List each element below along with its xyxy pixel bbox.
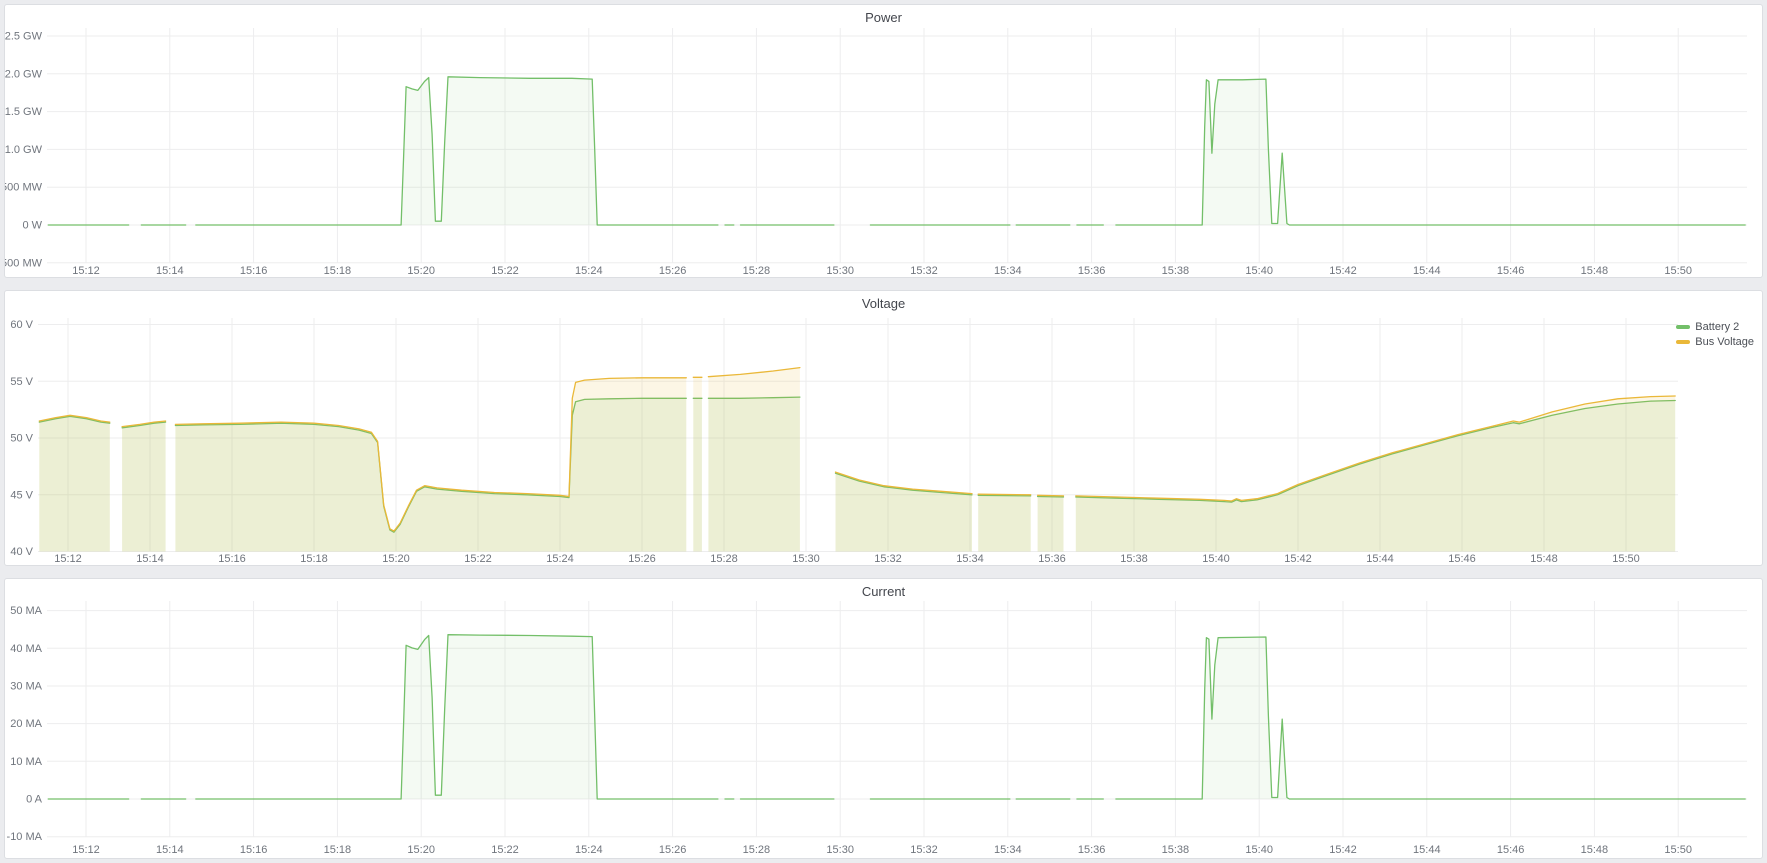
svg-text:15:46: 15:46: [1497, 844, 1525, 856]
svg-text:0 A: 0 A: [26, 794, 43, 806]
svg-text:15:36: 15:36: [1078, 265, 1106, 277]
battery-2-series-color-dash: [1676, 325, 1690, 329]
svg-text:20 MA: 20 MA: [10, 718, 42, 730]
svg-text:15:34: 15:34: [956, 553, 984, 565]
svg-text:2.5 GW: 2.5 GW: [5, 31, 43, 43]
legend-item-battery-2[interactable]: Battery 2: [1676, 321, 1754, 333]
svg-text:15:20: 15:20: [382, 553, 410, 565]
svg-text:30 MA: 30 MA: [10, 681, 42, 693]
svg-text:15:38: 15:38: [1162, 265, 1190, 277]
svg-text:15:26: 15:26: [628, 553, 656, 565]
svg-text:15:30: 15:30: [826, 265, 854, 277]
svg-text:-500 MW: -500 MW: [5, 257, 43, 269]
svg-text:15:48: 15:48: [1581, 265, 1609, 277]
svg-text:15:12: 15:12: [72, 844, 100, 856]
svg-text:15:34: 15:34: [994, 265, 1022, 277]
svg-text:15:42: 15:42: [1284, 553, 1312, 565]
svg-text:15:32: 15:32: [910, 844, 938, 856]
bus-voltage-series-color-dash: [1676, 340, 1690, 344]
svg-text:15:48: 15:48: [1581, 844, 1609, 856]
svg-text:15:40: 15:40: [1245, 265, 1273, 277]
current-panel: Current 50 MA40 MA30 MA20 MA10 MA0 A-10 …: [4, 578, 1763, 859]
svg-text:15:46: 15:46: [1448, 553, 1476, 565]
svg-text:15:28: 15:28: [743, 265, 771, 277]
svg-text:55 V: 55 V: [10, 376, 33, 388]
legend-item-bus-voltage[interactable]: Bus Voltage: [1676, 336, 1754, 348]
legend-label: Battery 2: [1695, 321, 1739, 333]
svg-text:15:12: 15:12: [54, 553, 82, 565]
svg-text:15:30: 15:30: [826, 844, 854, 856]
svg-text:40 V: 40 V: [10, 546, 33, 558]
svg-text:15:22: 15:22: [491, 265, 519, 277]
svg-text:45 V: 45 V: [10, 489, 33, 501]
svg-text:15:16: 15:16: [240, 844, 268, 856]
svg-text:500 MW: 500 MW: [5, 182, 43, 194]
voltage-legend: Battery 2 Bus Voltage: [1676, 321, 1754, 348]
svg-text:50 MA: 50 MA: [10, 605, 42, 617]
svg-text:15:46: 15:46: [1497, 265, 1525, 277]
svg-text:1.5 GW: 1.5 GW: [5, 106, 43, 118]
svg-text:15:44: 15:44: [1366, 553, 1394, 565]
svg-text:15:14: 15:14: [136, 553, 164, 565]
svg-text:15:16: 15:16: [218, 553, 246, 565]
svg-text:15:18: 15:18: [300, 553, 328, 565]
power-chart[interactable]: 2.5 GW 2.0 GW 1.5 GW 1.0 GW 500 MW 0 W -500 MW…: [5, 5, 1762, 277]
svg-text:15:28: 15:28: [743, 844, 771, 856]
svg-text:15:48: 15:48: [1530, 553, 1558, 565]
svg-text:15:26: 15:26: [659, 265, 687, 277]
svg-text:15:14: 15:14: [156, 265, 184, 277]
svg-text:15:36: 15:36: [1078, 844, 1106, 856]
svg-text:15:34: 15:34: [994, 844, 1022, 856]
svg-text:15:22: 15:22: [491, 844, 519, 856]
svg-text:60 V: 60 V: [10, 319, 33, 331]
svg-text:15:42: 15:42: [1329, 265, 1357, 277]
voltage-chart[interactable]: 60 V 55 V 50 V 45 V 40 V 15:12 15:14 15:16 15:18…: [5, 291, 1762, 565]
svg-text:15:22: 15:22: [464, 553, 492, 565]
svg-text:15:28: 15:28: [710, 553, 738, 565]
svg-text:15:26: 15:26: [659, 844, 687, 856]
legend-label: Bus Voltage: [1695, 336, 1754, 348]
svg-text:15:50: 15:50: [1664, 265, 1692, 277]
svg-text:15:32: 15:32: [910, 265, 938, 277]
svg-text:10 MA: 10 MA: [10, 756, 42, 768]
svg-text:15:20: 15:20: [407, 844, 435, 856]
svg-text:0 W: 0 W: [22, 220, 42, 232]
svg-text:15:50: 15:50: [1612, 553, 1640, 565]
svg-text:2.0 GW: 2.0 GW: [5, 68, 43, 80]
power-panel: Power 2.5 GW2.0 GW1.5 GW1.0 GW500 MW0 W-…: [4, 4, 1763, 278]
svg-text:40 MA: 40 MA: [10, 643, 42, 655]
svg-text:50 V: 50 V: [10, 433, 33, 445]
svg-text:15:20: 15:20: [407, 265, 435, 277]
svg-text:15:42: 15:42: [1329, 844, 1357, 856]
svg-text:15:40: 15:40: [1245, 844, 1273, 856]
svg-text:15:16: 15:16: [240, 265, 268, 277]
current-chart[interactable]: 50 MA 40 MA 30 MA 20 MA 10 MA 0 A -10 MA 15:12 1…: [5, 579, 1762, 858]
svg-text:15:24: 15:24: [546, 553, 574, 565]
svg-text:15:38: 15:38: [1162, 844, 1190, 856]
svg-text:15:50: 15:50: [1664, 844, 1692, 856]
svg-text:15:14: 15:14: [156, 844, 184, 856]
svg-text:15:30: 15:30: [792, 553, 820, 565]
svg-text:15:44: 15:44: [1413, 265, 1441, 277]
svg-text:15:44: 15:44: [1413, 844, 1441, 856]
svg-text:15:24: 15:24: [575, 844, 603, 856]
svg-text:15:18: 15:18: [324, 265, 352, 277]
svg-text:15:18: 15:18: [324, 844, 352, 856]
svg-text:15:12: 15:12: [72, 265, 100, 277]
svg-text:-10 MA: -10 MA: [7, 831, 43, 843]
svg-text:15:36: 15:36: [1038, 553, 1066, 565]
svg-text:15:24: 15:24: [575, 265, 603, 277]
svg-text:15:40: 15:40: [1202, 553, 1230, 565]
svg-text:1.0 GW: 1.0 GW: [5, 144, 43, 156]
svg-text:15:38: 15:38: [1120, 553, 1148, 565]
voltage-panel: Voltage 60 V55 V50 V45 V40 V15:1215:1415…: [4, 290, 1763, 566]
svg-text:15:32: 15:32: [874, 553, 902, 565]
